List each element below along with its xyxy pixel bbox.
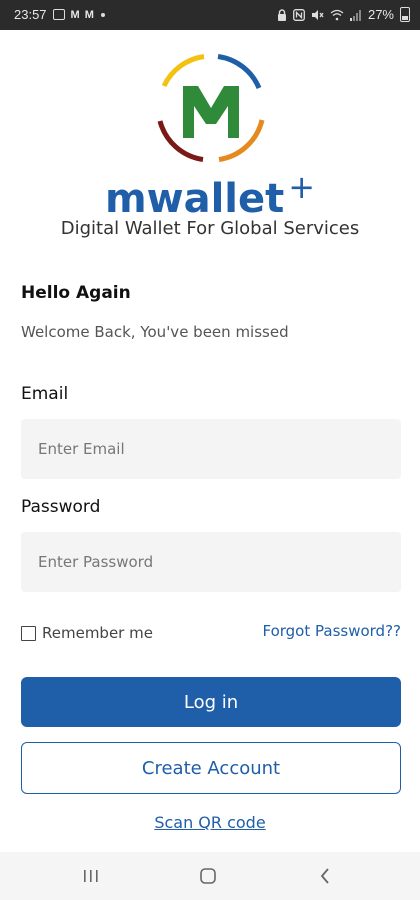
email-field[interactable] — [21, 419, 401, 479]
battery-icon — [400, 7, 410, 22]
mail-icon: M — [84, 8, 94, 21]
recent-apps-button[interactable] — [71, 862, 111, 890]
recent-apps-icon — [84, 870, 98, 882]
logo-ring-icon — [157, 54, 265, 162]
battery-percent: 27% — [367, 7, 394, 22]
tagline: Digital Wallet For Global Services — [60, 218, 360, 239]
image-icon — [52, 9, 65, 20]
app-logo — [150, 50, 272, 168]
status-time: 23:57 — [14, 7, 47, 22]
scan-qr-link[interactable]: Scan QR code — [0, 813, 420, 832]
create-account-button[interactable]: Create Account — [21, 742, 401, 794]
wifi-icon — [330, 9, 344, 20]
brand-plus: + — [288, 168, 316, 206]
remember-label: Remember me — [42, 624, 153, 642]
system-nav-bar — [0, 852, 420, 900]
lock-icon — [277, 8, 286, 21]
brand-name: mwallet + — [0, 168, 420, 222]
brand-text: mwallet — [104, 176, 285, 222]
home-icon — [200, 868, 216, 884]
remember-me[interactable]: Remember me — [21, 624, 153, 642]
forgot-password-link[interactable]: Forgot Password?? — [262, 622, 401, 640]
greeting-subtitle: Welcome Back, You've been missed — [21, 323, 289, 341]
nfc-icon — [293, 8, 305, 21]
login-button[interactable]: Log in — [21, 677, 401, 727]
status-bar: 23:57 M M 27% — [0, 0, 420, 30]
remember-checkbox[interactable] — [21, 625, 36, 641]
mute-icon — [311, 9, 324, 20]
mail-icon: M — [70, 8, 80, 21]
signal-icon — [349, 9, 361, 21]
back-button[interactable] — [305, 862, 345, 890]
back-icon — [320, 868, 329, 884]
password-field[interactable] — [21, 532, 401, 592]
email-label: Email — [21, 384, 69, 404]
password-label: Password — [21, 497, 101, 517]
greeting-title: Hello Again — [21, 283, 131, 303]
dot-icon — [100, 12, 105, 17]
home-button[interactable] — [188, 862, 228, 890]
